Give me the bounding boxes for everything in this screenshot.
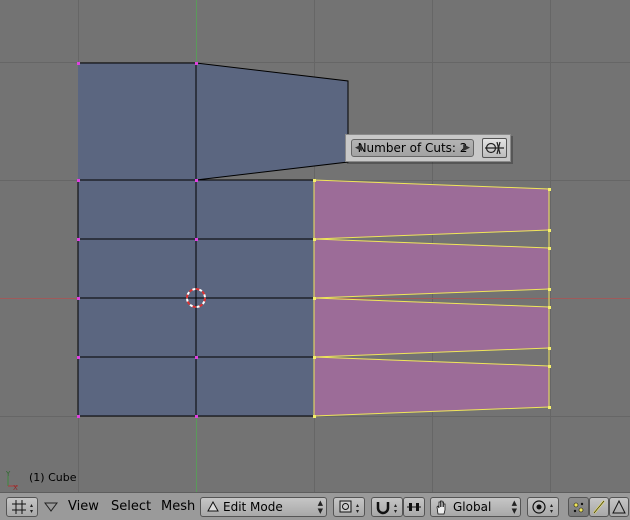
edit-mode-icon [207, 501, 219, 512]
vertex-select-icon [573, 502, 584, 513]
object-info: (1) Cube [29, 471, 77, 484]
knife-cut-icon [485, 141, 504, 155]
3d-viewport[interactable] [0, 0, 630, 492]
orientation-select-value: Global [453, 500, 492, 514]
draw-type-button[interactable]: ▴ ▾ [333, 497, 365, 517]
face-select-icon [612, 499, 626, 514]
axis-y-label: Y [5, 470, 11, 478]
number-of-cuts-label: Number of Cuts: 2 [357, 141, 468, 155]
loop-cut-popup: ◀ Number of Cuts: 2 ▶ [345, 134, 511, 162]
snap-icon [407, 503, 421, 511]
mode-select-value: Edit Mode [223, 500, 283, 514]
menu-view[interactable]: View [68, 498, 99, 516]
viewport-header: ▴ ▾ View Select Mesh Edit Mode ▲ ▼ ▴ ▾ ▴ … [0, 492, 630, 520]
snap-toggle[interactable] [403, 497, 425, 517]
mode-select[interactable]: Edit Mode ▲ ▼ [200, 497, 327, 517]
grid-editor-icon: ▴ ▾ [12, 500, 33, 515]
editor-type-button[interactable]: ▴ ▾ [6, 497, 38, 517]
decrement-arrow-icon[interactable]: ◀ [355, 140, 362, 156]
orientation-select[interactable]: Global ▲ ▼ [430, 497, 521, 517]
updown-arrows-icon: ▲ ▼ [317, 499, 323, 515]
axis-x-label: X [13, 484, 18, 490]
menu-mesh[interactable]: Mesh [161, 498, 195, 516]
collapse-menu-icon[interactable] [44, 501, 58, 513]
hand-icon [436, 500, 446, 515]
svg-text:▾: ▾ [550, 508, 553, 515]
knife-cut-button[interactable] [482, 138, 507, 158]
edge-select-icon [593, 500, 605, 514]
svg-text:▾: ▾ [30, 508, 33, 515]
number-of-cuts-field[interactable]: ◀ Number of Cuts: 2 ▶ [351, 139, 474, 157]
proportional-edit-button[interactable]: ▴ ▾ [527, 497, 559, 517]
proportional-edit-icon: ▴ ▾ [532, 500, 553, 515]
svg-text:▾: ▾ [356, 508, 359, 515]
updown-arrows-icon: ▲ ▼ [511, 499, 517, 515]
magnet-icon: ▴ ▾ [376, 502, 397, 515]
edge-select-mode-button[interactable] [589, 497, 609, 517]
axis-gizmo-icon: Y X [5, 470, 18, 490]
menu-select[interactable]: Select [111, 498, 151, 516]
draw-type-icon: ▴ ▾ [339, 500, 359, 515]
increment-arrow-icon[interactable]: ▶ [463, 140, 470, 156]
svg-text:▾: ▾ [394, 508, 397, 515]
vertex-select-mode-button[interactable] [568, 497, 589, 517]
pivot-button[interactable]: ▴ ▾ [371, 497, 403, 517]
face-select-mode-button[interactable] [609, 497, 629, 517]
